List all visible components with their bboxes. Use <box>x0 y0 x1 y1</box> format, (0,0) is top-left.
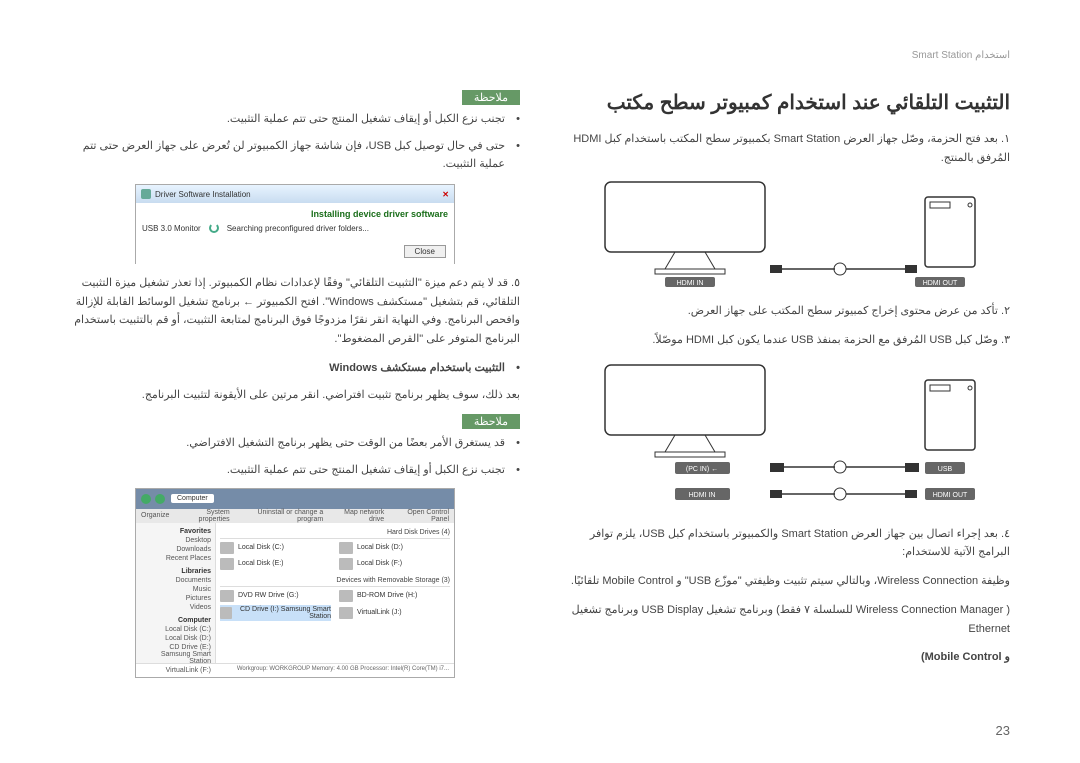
header-product: Smart Station <box>912 50 973 61</box>
step-1: ١. بعد فتح الحزمة، وصّل جهاز العرض Smart… <box>560 130 1010 167</box>
step-4b: وظيفة Wireless Connection، وبالتالي سيتم… <box>560 572 1010 591</box>
explorer-main: Hard Disk Drives (4) Local Disk (C:) Loc… <box>216 523 454 663</box>
drive-icon <box>220 558 234 570</box>
toolbar-props[interactable]: System properties <box>179 509 229 523</box>
svg-text:HDMI OUT: HDMI OUT <box>933 492 968 499</box>
install-heading: Installing device driver software <box>142 209 448 219</box>
toolbar-control[interactable]: Open Control Panel <box>394 509 449 523</box>
page-number: 23 <box>996 723 1010 738</box>
drive-icon <box>339 558 353 570</box>
close-icon[interactable]: ✕ <box>442 190 449 199</box>
drive-smart-station[interactable]: CD Drive (I:) Samsung Smart Station <box>220 605 331 621</box>
nav-back-icon[interactable] <box>141 494 151 504</box>
shield-icon <box>141 189 151 199</box>
disc-icon <box>339 607 353 619</box>
explorer-sidebar: Favorites Desktop Downloads Recent Place… <box>136 523 216 663</box>
header-section: استخدام <box>975 50 1010 61</box>
drive-dvd[interactable]: DVD RW Drive (G:) <box>220 589 331 603</box>
svg-text:HDMI OUT: HDMI OUT <box>923 280 958 287</box>
drive-vlink[interactable]: VirtualLink (J:) <box>339 605 450 621</box>
page-header: Smart Station استخدام <box>912 50 1010 61</box>
sidebar-favorites[interactable]: Favorites <box>140 527 211 536</box>
sidebar-vl-f[interactable]: VirtualLink (F:) <box>140 666 211 675</box>
page-title: التثبيت التلقائي عند استخدام كمبيوتر سطح… <box>560 90 1010 115</box>
explorer-window: Computer Organize System properties Unin… <box>135 488 455 678</box>
drive-bd[interactable]: BD-ROM Drive (H:) <box>339 589 450 603</box>
sidebar-computer[interactable]: Computer <box>140 616 211 625</box>
left-column: ملاحظة تجنب نزع الكبل أو إيقاف تشغيل الم… <box>70 90 520 686</box>
step-5c: بعد ذلك، سوف يظهر برنامج تثبيت افتراضي. … <box>70 386 520 405</box>
breadcrumb[interactable]: Computer <box>171 494 214 503</box>
svg-text:USB: USB <box>938 466 953 473</box>
spinner-icon <box>209 223 219 233</box>
step-4a: ٤. بعد إجراء اتصال بين جهاز العرض Smart … <box>560 525 1010 562</box>
note-label-2: ملاحظة <box>462 414 520 429</box>
toolbar-map[interactable]: Map network drive <box>333 509 384 523</box>
svg-text:HDMI IN: HDMI IN <box>677 280 704 287</box>
sidebar-videos[interactable]: Videos <box>140 603 211 612</box>
step-4c: ( Wireless Connection Manager للسلسلة ٧ … <box>560 601 1010 638</box>
drive-d[interactable]: Local Disk (D:) <box>339 541 450 555</box>
diagram-hdmi-connection: HDMI IN HDMI OUT <box>560 177 1010 287</box>
toolbar-uninstall[interactable]: Uninstall or change a program <box>240 509 324 523</box>
toolbar-organize[interactable]: Organize <box>141 512 169 519</box>
sidebar-libraries[interactable]: Libraries <box>140 567 211 576</box>
note-6: قد يستغرق الأمر بعضًا من الوقت حتى يظهر … <box>70 434 520 453</box>
disc-icon <box>339 590 353 602</box>
step-2: ٢. تأكد من عرض محتوى إخراج كمبيوتر سطح ا… <box>560 302 1010 321</box>
note-1: تجنب نزع الكبل أو إيقاف تشغيل المنتج حتى… <box>70 110 520 129</box>
step-4d: و Mobile Control) <box>560 648 1010 667</box>
drive-icon <box>339 542 353 554</box>
step-5a: ٥. قد لا يتم دعم ميزة "التثبيت التلقائي"… <box>70 274 520 349</box>
right-column: التثبيت التلقائي عند استخدام كمبيوتر سطح… <box>560 90 1010 686</box>
sidebar-ld-d[interactable]: Local Disk (D:) <box>140 634 211 643</box>
section-hdd: Hard Disk Drives (4) <box>220 527 450 539</box>
svg-text:← (PC IN): ← (PC IN) <box>686 466 718 473</box>
note-2: حتى في حال توصيل كبل USB، فإن شاشة جهاز … <box>70 137 520 174</box>
drive-c[interactable]: Local Disk (C:) <box>220 541 331 555</box>
sidebar-downloads[interactable]: Downloads <box>140 545 211 554</box>
dialog-title: Driver Software Installation <box>155 190 251 199</box>
sidebar-pictures[interactable]: Pictures <box>140 594 211 603</box>
note-label-1: ملاحظة <box>462 90 520 105</box>
drive-f[interactable]: Local Disk (F:) <box>339 557 450 571</box>
close-button[interactable]: Close <box>404 245 446 258</box>
svg-text:HDMI IN: HDMI IN <box>689 492 716 499</box>
drive-e[interactable]: Local Disk (E:) <box>220 557 331 571</box>
step-3: ٣. وصّل كبل USB المُرفق مع الحزمة بمنفذ … <box>560 331 1010 350</box>
sidebar-recent[interactable]: Recent Places <box>140 554 211 563</box>
sidebar-ld-c[interactable]: Local Disk (C:) <box>140 625 211 634</box>
device-name: USB 3.0 Monitor <box>142 224 201 233</box>
sidebar-desktop[interactable]: Desktop <box>140 536 211 545</box>
nav-forward-icon[interactable] <box>155 494 165 504</box>
driver-install-dialog: Driver Software Installation ✕ Installin… <box>135 184 455 264</box>
drive-icon <box>220 542 234 554</box>
note-7: تجنب نزع الكبل أو إيقاف تشغيل المنتج حتى… <box>70 461 520 480</box>
section-removable: Devices with Removable Storage (3) <box>220 575 450 587</box>
sidebar-docs[interactable]: Documents <box>140 576 211 585</box>
disc-icon <box>220 607 232 619</box>
device-status: Searching preconfigured driver folders..… <box>227 224 369 233</box>
sidebar-music[interactable]: Music <box>140 585 211 594</box>
disc-icon <box>220 590 234 602</box>
step-5b: التثبيت باستخدام مستكشف Windows <box>70 359 520 378</box>
sidebar-cd-e[interactable]: CD Drive (E:) Samsung Smart Station <box>140 643 211 666</box>
diagram-usb-connection: ← (PC IN) USB HDMI IN <box>560 360 1010 510</box>
